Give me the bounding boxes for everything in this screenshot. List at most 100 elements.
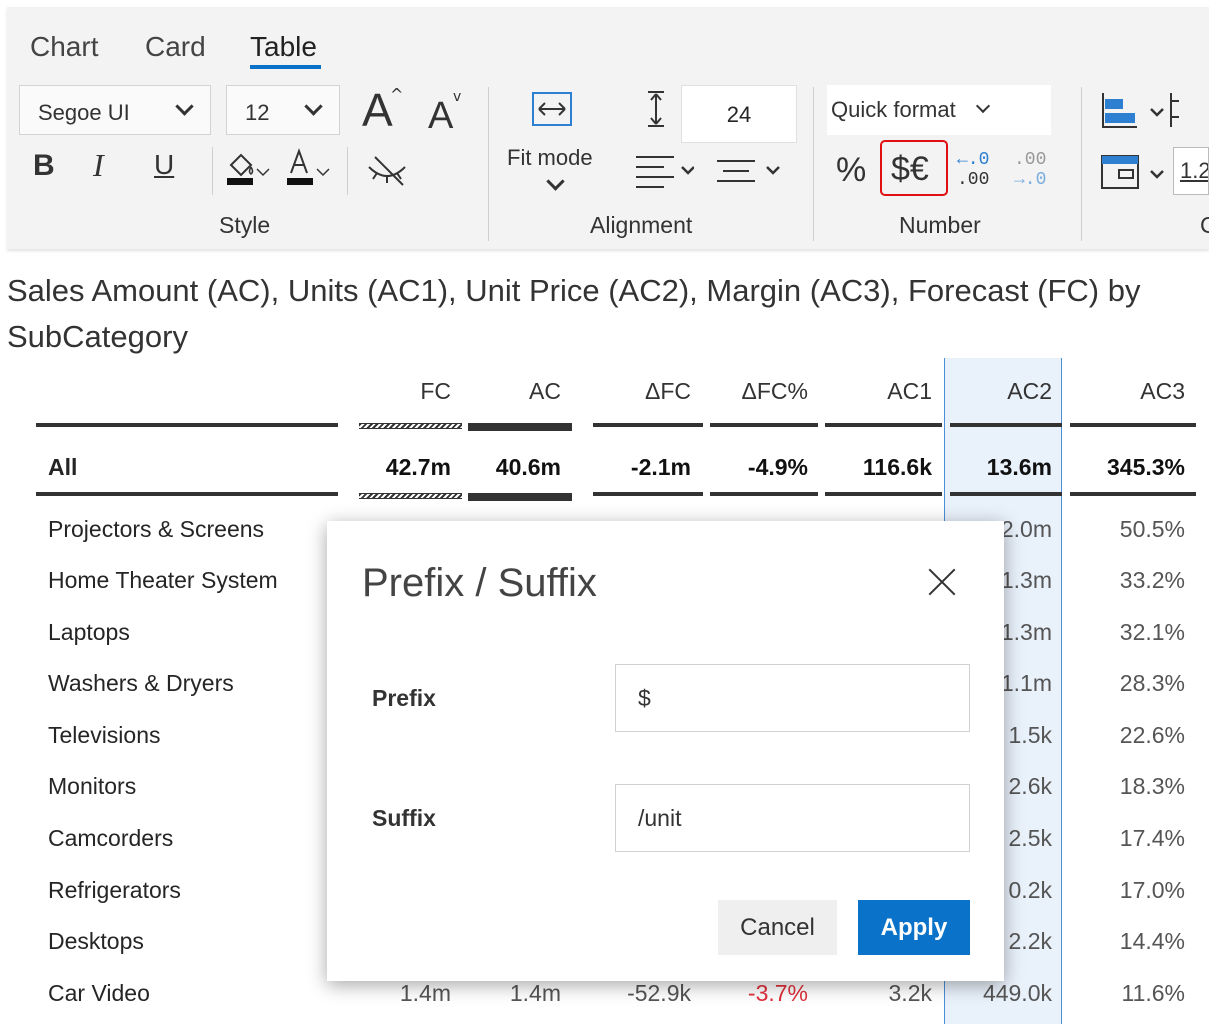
hide-button[interactable] <box>367 155 411 187</box>
value-box-text: 1.2 <box>1180 158 1209 183</box>
ac3-cell: 33.2% <box>1119 567 1185 593</box>
column-header-dfc-pct[interactable]: ΔFC% <box>710 378 808 405</box>
apply-button[interactable]: Apply <box>858 900 970 955</box>
vertical-align-button[interactable] <box>715 153 785 189</box>
bar-layout-icon <box>1102 93 1179 128</box>
fc-cell: 1.4m <box>399 980 451 1006</box>
ac-solid-rule <box>468 493 572 501</box>
total-rule <box>36 492 338 496</box>
decrease-decimals-top: .00 <box>1014 150 1047 170</box>
ac2-cell: 449.0k <box>982 980 1052 1006</box>
decrease-decimals-button[interactable]: .00 →.0 <box>1014 150 1054 196</box>
quick-format-label: Quick format <box>831 97 956 122</box>
increase-decimals-bottom: .00 <box>957 170 990 190</box>
underline-button[interactable]: U <box>154 149 174 181</box>
row-label: Laptops <box>48 619 130 645</box>
percent-button[interactable]: % <box>836 151 866 190</box>
column-header-ac2[interactable]: AC2 <box>950 378 1052 405</box>
horizontal-align-button[interactable] <box>634 153 695 189</box>
eye-hidden-icon <box>368 156 406 186</box>
ac3-cell: 50.5% <box>1119 516 1185 542</box>
row-label: Washers & Dryers <box>48 670 234 696</box>
row-label: Desktops <box>48 928 144 954</box>
tab-card[interactable]: Card <box>145 31 206 63</box>
group-divider <box>1081 87 1082 241</box>
prefix-input[interactable] <box>615 664 970 732</box>
table-layout-button[interactable] <box>1099 153 1169 193</box>
header-rule <box>1070 423 1196 427</box>
suffix-input[interactable] <box>615 784 970 852</box>
total-rule <box>593 492 703 496</box>
grow-font-icon[interactable]: A <box>362 83 393 137</box>
column-header-fc[interactable]: FC <box>360 378 451 405</box>
column-header-ac[interactable]: AC <box>468 378 561 405</box>
increase-decimals-button[interactable]: ←.0 .00 <box>957 150 997 196</box>
row-label: Televisions <box>48 722 161 748</box>
partial-group-label: C <box>1200 212 1209 238</box>
font-color-icon <box>287 148 330 185</box>
prefix-suffix-dialog: Prefix / Suffix Prefix Suffix Cancel App… <box>327 521 1004 981</box>
shrink-font-icon[interactable]: A <box>428 95 453 138</box>
layout-button[interactable] <box>1099 91 1179 131</box>
ac3-cell: 14.4% <box>1119 928 1185 954</box>
prefix-suffix-highlight <box>880 140 948 196</box>
ac3-cell: 28.3% <box>1119 670 1185 696</box>
ac3-cell: 17.0% <box>1119 877 1185 903</box>
column-header-dfc[interactable]: ΔFC <box>593 378 691 405</box>
total-rule <box>825 492 942 496</box>
total-ac: 40.6m <box>495 454 561 480</box>
total-rule <box>1070 492 1196 496</box>
dfc-pct-cell: -3.7% <box>747 980 808 1006</box>
dialog-title: Prefix / Suffix <box>362 561 597 605</box>
font-family-dropdown[interactable]: Segoe UI <box>19 85 211 135</box>
value-box[interactable]: 1.2 <box>1173 147 1209 195</box>
column-header-ac3[interactable]: AC3 <box>1070 378 1185 405</box>
divider <box>212 147 213 195</box>
style-group-label: Style <box>219 212 271 238</box>
prefix-label: Prefix <box>372 685 436 711</box>
total-fc: 42.7m <box>385 454 451 480</box>
total-row-label: All <box>48 454 78 480</box>
tab-table[interactable]: Table <box>250 31 317 63</box>
close-icon[interactable] <box>927 567 957 597</box>
fill-color-button[interactable] <box>225 147 275 187</box>
caret-up-icon: ^ <box>390 85 404 104</box>
decrease-decimals-bottom: →.0 <box>1014 170 1047 190</box>
quick-format-dropdown[interactable]: Quick format <box>827 85 1051 135</box>
align-center-icon <box>717 160 780 182</box>
header-rule <box>950 423 1062 427</box>
italic-button[interactable]: I <box>93 147 104 184</box>
row-label: Projectors & Screens <box>48 516 265 542</box>
chevron-down-icon <box>546 172 565 191</box>
ac3-cell: 17.4% <box>1119 825 1185 851</box>
fit-width-icon <box>532 92 572 126</box>
ac-cell: 1.4m <box>509 980 561 1006</box>
ac-solid-rule <box>468 423 572 431</box>
group-divider <box>488 87 489 241</box>
divider <box>347 147 348 195</box>
row-height-input[interactable]: 24 <box>681 85 797 143</box>
row-label: Camcorders <box>48 825 174 851</box>
chevron-down-icon <box>975 98 991 114</box>
row-label: Home Theater System <box>48 567 278 593</box>
ac3-cell: 11.6% <box>1121 980 1185 1006</box>
align-left-icon <box>636 156 695 188</box>
tab-chart[interactable]: Chart <box>30 31 98 63</box>
header-rule <box>36 423 338 427</box>
font-color-button[interactable] <box>285 147 335 187</box>
total-rule <box>710 492 818 496</box>
column-header-ac1[interactable]: AC1 <box>825 378 932 405</box>
suffix-label: Suffix <box>372 805 436 831</box>
bold-button[interactable]: B <box>33 149 55 183</box>
cancel-button[interactable]: Cancel <box>718 900 837 955</box>
number-group-label: Number <box>899 212 981 238</box>
font-size-dropdown[interactable]: 12 <box>226 85 340 135</box>
total-ac1: 116.6k <box>862 454 932 480</box>
total-dfc: -2.1m <box>630 454 691 480</box>
fit-mode-button[interactable] <box>531 91 575 127</box>
total-dfc-pct: -4.9% <box>747 454 808 480</box>
chart-title: Sales Amount (AC), Units (AC1), Unit Pri… <box>7 273 1141 354</box>
group-divider <box>813 87 814 241</box>
fit-mode-label[interactable]: Fit mode <box>507 145 593 171</box>
row-height-icon <box>645 89 667 129</box>
